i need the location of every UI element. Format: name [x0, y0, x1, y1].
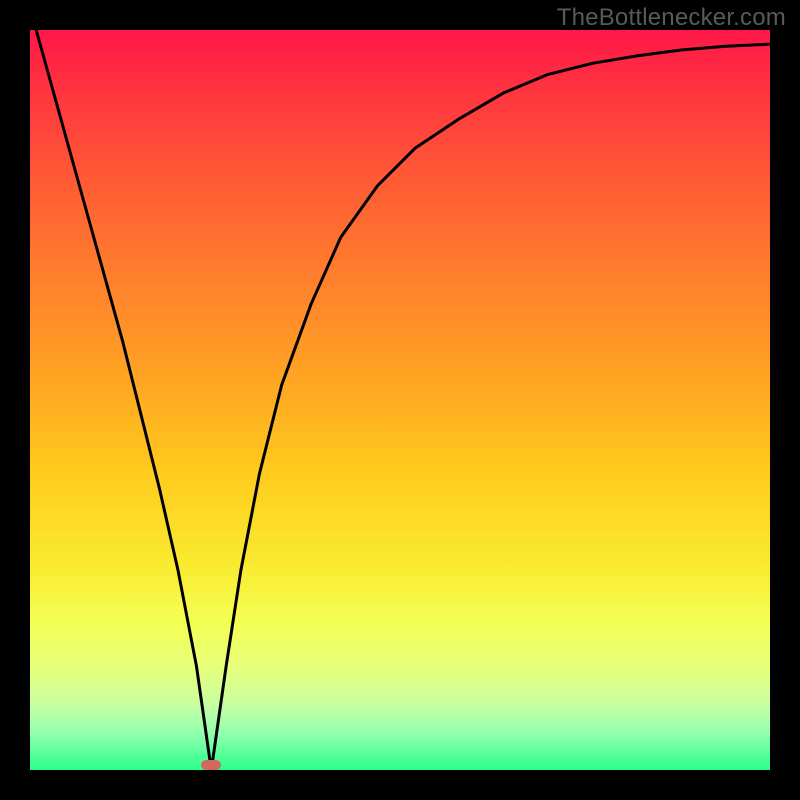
chart-frame: TheBottlenecker.com — [0, 0, 800, 800]
minimum-marker — [201, 760, 221, 770]
watermark-text: TheBottlenecker.com — [557, 4, 786, 32]
gradient-background — [30, 30, 770, 770]
